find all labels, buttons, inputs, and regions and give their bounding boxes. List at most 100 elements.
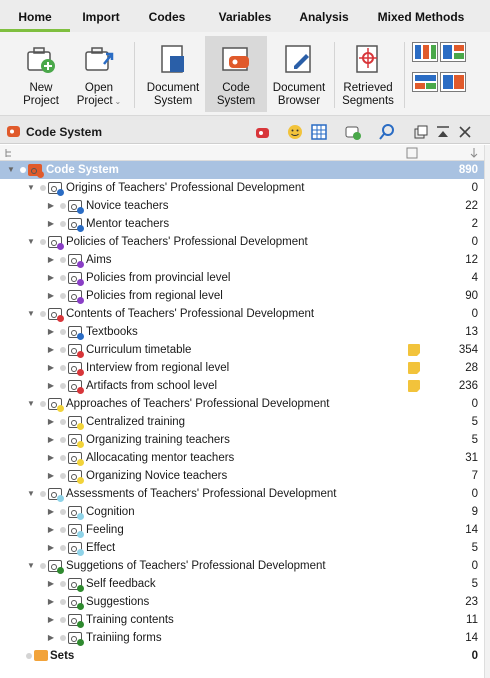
tree-row[interactable]: ▶ Allocacating mentor teachers 31 <box>0 449 490 467</box>
new-code-icon[interactable] <box>254 123 272 141</box>
code-system-button[interactable]: Code System <box>205 36 267 112</box>
activation-dot-icon[interactable] <box>60 365 66 371</box>
activation-dot-icon[interactable] <box>60 275 66 281</box>
table-icon[interactable] <box>310 123 328 141</box>
tab-import[interactable]: Import <box>70 0 132 32</box>
expand-arrow-icon[interactable]: ▶ <box>46 377 56 395</box>
expand-arrow-icon[interactable]: ▶ <box>46 629 56 647</box>
expand-arrow-icon[interactable]: ▶ <box>46 503 56 521</box>
activation-dot-icon[interactable] <box>60 347 66 353</box>
tree-row[interactable]: ▶ Curriculum timetable 354 <box>0 341 490 359</box>
tab-variables[interactable]: Variables <box>202 0 288 32</box>
activation-dot-icon[interactable] <box>60 221 66 227</box>
activation-dot-icon[interactable] <box>20 167 26 173</box>
expand-arrow-icon[interactable]: ▶ <box>46 287 56 305</box>
activation-dot-icon[interactable] <box>40 491 46 497</box>
expand-arrow-icon[interactable]: ▶ <box>46 431 56 449</box>
dropdown-caret-icon[interactable]: ⌄ <box>115 97 122 106</box>
emoticode-icon[interactable] <box>286 123 304 141</box>
tree-row[interactable]: ▶ Organizing Novice teachers 7 <box>0 467 490 485</box>
tree-row[interactable]: ▼ Suggetions of Teachers' Professional De… <box>0 557 490 575</box>
expand-arrow-icon[interactable]: ▶ <box>46 197 56 215</box>
activation-dot-icon[interactable] <box>60 635 66 641</box>
vertical-scrollbar[interactable] <box>484 145 490 678</box>
tree-row[interactable]: ▼ Assessments of Teachers' Professional D… <box>0 485 490 503</box>
activation-dot-icon[interactable] <box>60 473 66 479</box>
activation-dot-icon[interactable] <box>60 437 66 443</box>
collapse-up-icon[interactable] <box>434 123 452 141</box>
tree-row[interactable]: ▶ Novice teachers 22 <box>0 197 490 215</box>
code-add-icon[interactable] <box>344 123 362 141</box>
activation-dot-icon[interactable] <box>40 311 46 317</box>
tree-row[interactable]: ▼ Origins of Teachers' Professional Devel… <box>0 179 490 197</box>
tree-row[interactable]: ▶ Self feedback 5 <box>0 575 490 593</box>
activation-dot-icon[interactable] <box>60 599 66 605</box>
activation-dot-icon[interactable] <box>60 329 66 335</box>
expand-arrow-icon[interactable]: ▶ <box>46 341 56 359</box>
expand-arrow-icon[interactable]: ▶ <box>46 215 56 233</box>
tree-row[interactable]: ▶ Policies from provincial level 4 <box>0 269 490 287</box>
document-system-button[interactable]: Document System <box>142 36 204 112</box>
collapse-arrow-icon[interactable]: ▼ <box>6 161 16 179</box>
code-memo-icon[interactable] <box>408 380 420 392</box>
expand-arrow-icon[interactable]: ▶ <box>46 251 56 269</box>
expand-arrow-icon[interactable]: ▶ <box>46 539 56 557</box>
expand-arrow-icon[interactable]: ▶ <box>46 269 56 287</box>
tree-row[interactable]: ▶ Policies from regional level 90 <box>0 287 490 305</box>
tree-row[interactable]: ▶ Artifacts from school level 236 <box>0 377 490 395</box>
expand-arrow-icon[interactable]: ▶ <box>46 467 56 485</box>
open-project-button[interactable]: Open Project ⌄ <box>68 36 130 112</box>
layout-grid-icon[interactable] <box>440 72 466 92</box>
collapse-arrow-icon[interactable]: ▼ <box>26 179 36 197</box>
collapse-arrow-icon[interactable]: ▼ <box>26 233 36 251</box>
tree-row[interactable]: ▶ Suggestions 23 <box>0 593 490 611</box>
tree-row[interactable]: ▶ Interview from regional level 28 <box>0 359 490 377</box>
code-memo-icon[interactable] <box>408 344 420 356</box>
expand-arrow-icon[interactable]: ▶ <box>46 323 56 341</box>
tree-row[interactable]: ▼ Contents of Teachers' Professional Deve… <box>0 305 490 323</box>
activation-dot-icon[interactable] <box>40 239 46 245</box>
activation-dot-icon[interactable] <box>60 293 66 299</box>
tree-row[interactable]: ▶ Organizing training teachers 5 <box>0 431 490 449</box>
expand-arrow-icon[interactable]: ▶ <box>46 611 56 629</box>
collapse-arrow-icon[interactable]: ▼ <box>26 485 36 503</box>
activation-dot-icon[interactable] <box>40 185 46 191</box>
activation-dot-icon[interactable] <box>60 527 66 533</box>
expand-arrow-icon[interactable]: ▶ <box>46 449 56 467</box>
tree-row[interactable]: ▼ Approaches of Teachers' Professional De… <box>0 395 490 413</box>
tab-home[interactable]: Home <box>0 0 70 32</box>
close-icon[interactable] <box>456 123 474 141</box>
sets-row[interactable]: Sets 0 <box>0 647 490 665</box>
tab-mixed-methods[interactable]: Mixed Methods <box>360 0 482 32</box>
tree-row[interactable]: ▶ Effect 5 <box>0 539 490 557</box>
tree-row[interactable]: ▶ Textbooks 13 <box>0 323 490 341</box>
undock-icon[interactable] <box>412 123 430 141</box>
tree-row[interactable]: ▶ Cognition 9 <box>0 503 490 521</box>
tree-row[interactable]: ▶ Aims 12 <box>0 251 490 269</box>
tree-row[interactable]: ▶ Mentor teachers 2 <box>0 215 490 233</box>
tree-row[interactable]: ▶ Feeling 14 <box>0 521 490 539</box>
activation-dot-icon[interactable] <box>60 419 66 425</box>
retrieved-segments-button[interactable]: Retrieved Segments <box>337 36 399 112</box>
activation-dot-icon[interactable] <box>60 581 66 587</box>
tree-row[interactable]: ▼ Policies of Teachers' Professional Deve… <box>0 233 490 251</box>
code-memo-icon[interactable] <box>408 362 420 374</box>
search-icon[interactable] <box>378 123 396 141</box>
activation-dot-icon[interactable] <box>40 563 46 569</box>
activation-dot-icon[interactable] <box>60 203 66 209</box>
expand-arrow-icon[interactable]: ▶ <box>46 413 56 431</box>
layout-grid-icon[interactable] <box>412 42 438 62</box>
layout-grid-icon[interactable] <box>412 72 438 92</box>
expand-arrow-icon[interactable]: ▶ <box>46 575 56 593</box>
document-browser-button[interactable]: Document Browser <box>268 36 330 112</box>
activation-dot-icon[interactable] <box>60 545 66 551</box>
tree-row[interactable]: ▶ Training contents 11 <box>0 611 490 629</box>
expand-arrow-icon[interactable]: ▶ <box>46 521 56 539</box>
layout-grid-icon[interactable] <box>440 42 466 62</box>
activation-dot-icon[interactable] <box>60 617 66 623</box>
new-project-button[interactable]: New Project <box>10 36 72 112</box>
activation-dot-icon[interactable] <box>40 401 46 407</box>
activation-dot-icon[interactable] <box>26 653 32 659</box>
activation-dot-icon[interactable] <box>60 257 66 263</box>
tab-codes[interactable]: Codes <box>132 0 202 32</box>
